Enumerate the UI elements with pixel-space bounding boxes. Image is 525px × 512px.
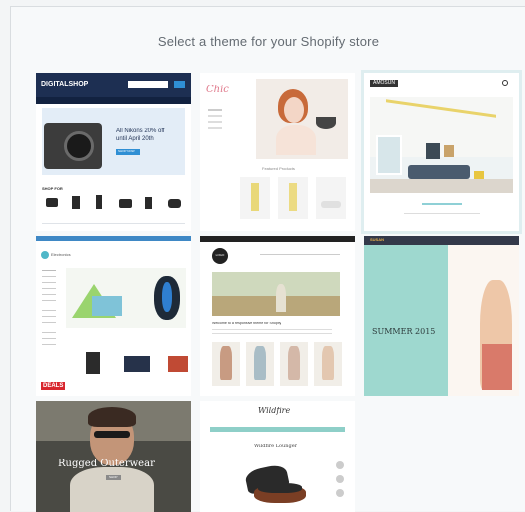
hero-shape-blue: [92, 296, 122, 316]
model-dress: [482, 344, 512, 390]
theme-card-fashion[interactable]: SUSAN SUMMER 2015: [364, 236, 519, 396]
sunglasses: [94, 431, 130, 438]
blog-headline: Welcome to a responsive theme for Shopif…: [212, 322, 282, 325]
store-logo: Electronics: [51, 253, 71, 257]
store-logo: Wildfire: [258, 407, 291, 415]
header-bar: [200, 236, 355, 242]
product-tube: [321, 201, 341, 208]
dress-image: [220, 346, 232, 380]
store-logo: Chic: [206, 85, 229, 95]
hero-figure: [276, 284, 286, 312]
cart-button: [174, 81, 185, 88]
theme-card-tech[interactable]: Electronics DEALS: [36, 236, 191, 396]
search-icon: [502, 80, 508, 86]
theme-card-boutique[interactable]: Chic Featured Products: [200, 73, 355, 231]
product-thumb: [124, 356, 150, 372]
logo-icon: [41, 251, 49, 259]
sidebar-list: [42, 270, 56, 271]
sofa: [408, 165, 470, 179]
theme-card-outdoor[interactable]: Rugged Outerwear SHOP: [36, 401, 191, 512]
top-strip: [36, 236, 191, 241]
model-shoulders: [276, 125, 316, 155]
model-hair: [88, 407, 136, 427]
theme-card-digitalshop[interactable]: DIGITALSHOP All Nikons 20% off until Apr…: [36, 73, 191, 231]
thumbnail-list: [336, 461, 344, 469]
nav-bar: [36, 97, 191, 104]
theme-card-blog[interactable]: LOGO Welcome to a responsive theme for S…: [200, 236, 355, 396]
product-thumb: [168, 199, 181, 208]
model-sweater: [70, 467, 154, 512]
promo-panel: [364, 245, 448, 396]
section-title: Featured Products: [262, 167, 295, 171]
hero-promo-text: All Nikons 20% off until April 20th: [116, 128, 165, 142]
hero-cta-button: SHOP NOW: [116, 149, 140, 155]
product-title: Wildfire Lounger: [254, 444, 298, 449]
dress-image: [322, 346, 334, 380]
product-thumb: [96, 195, 102, 209]
section-title: SHOP FOR: [42, 187, 63, 191]
product-thumb: [119, 199, 132, 208]
sidebar-menu: [208, 109, 222, 111]
product-bottle: [289, 183, 297, 211]
model-face: [284, 97, 304, 123]
content-line: [404, 213, 480, 214]
theme-card-furniture[interactable]: Wildfire Wildfire Lounger: [200, 401, 355, 512]
store-logo: SUSAN: [370, 238, 385, 242]
promo-text: SUMMER 2015: [372, 328, 436, 336]
product-thumb: [72, 196, 80, 209]
mouse-accent: [162, 282, 172, 312]
wall-art: [444, 145, 454, 157]
text-lines: [212, 329, 332, 330]
theme-picker-panel: Select a theme for your Shopify store DI…: [10, 6, 525, 512]
product-thumb: [145, 197, 152, 209]
product-thumb: [86, 352, 100, 374]
footer-line: [42, 223, 185, 224]
content-line: [422, 203, 462, 205]
deals-badge: DEALS: [41, 382, 66, 390]
hero-headline: Rugged Outerwear: [58, 459, 155, 469]
store-logo: LOGO: [212, 248, 228, 264]
floor: [370, 179, 513, 193]
chair-cushion: [258, 483, 302, 493]
hero-cta-button: SHOP: [106, 475, 121, 480]
product-thumb: [168, 356, 188, 372]
nav-links: [260, 254, 340, 255]
store-logo: DIGITALSHOP: [41, 81, 89, 88]
nav-bar: [210, 427, 345, 432]
window-frame: [376, 135, 402, 175]
product-bottle: [251, 183, 259, 211]
page-title: Select a theme for your Shopify store: [157, 34, 380, 49]
header-bar: [364, 236, 519, 245]
store-logo: AMOSUN: [370, 80, 398, 87]
wall-art: [426, 143, 440, 159]
theme-card-modern[interactable]: AMOSUN: [361, 70, 522, 234]
bowl-prop: [316, 117, 336, 129]
dress-image: [288, 346, 300, 380]
product-card: [316, 177, 346, 219]
search-input: [128, 81, 168, 88]
dress-image: [254, 346, 266, 380]
camera-lens-image: [64, 131, 94, 161]
product-thumb: [46, 198, 58, 207]
